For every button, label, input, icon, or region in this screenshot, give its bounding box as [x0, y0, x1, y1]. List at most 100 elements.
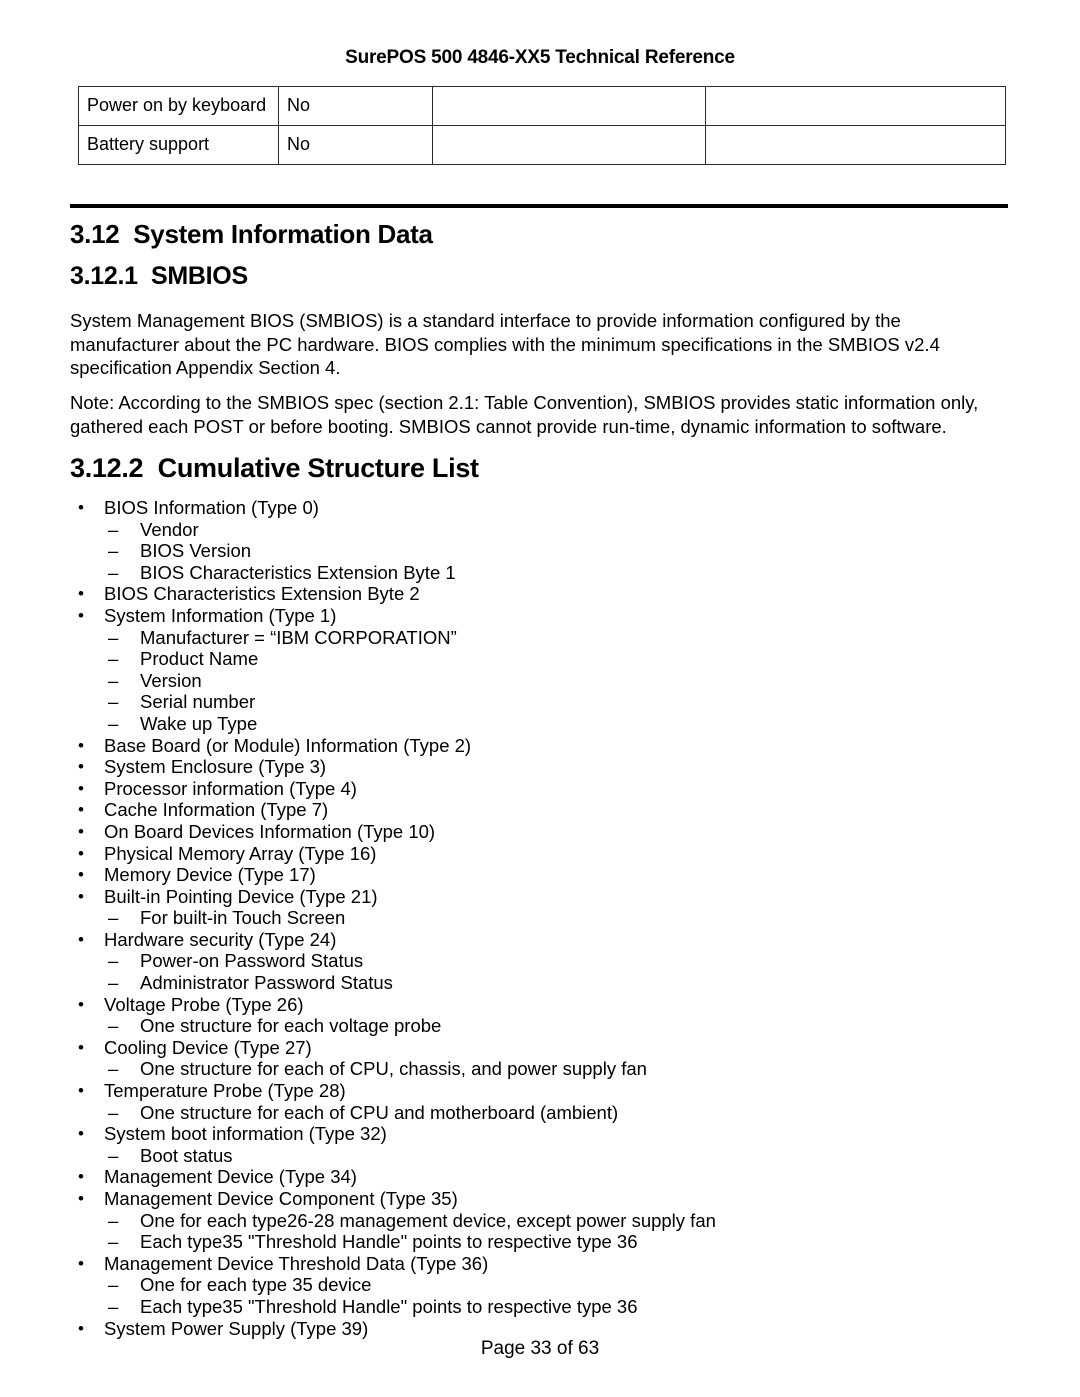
list-item: • BIOS Characteristics Extension Byte 2 — [70, 583, 1020, 605]
bullet-icon: • — [78, 584, 84, 604]
dash-icon: – — [108, 648, 119, 670]
list-item-label: Cache Information (Type 7) — [104, 799, 329, 821]
list-item: • Base Board (or Module) Information (Typ… — [70, 735, 1020, 757]
list-item-label: BIOS Characteristics Extension Byte 2 — [104, 583, 420, 605]
list-item: – Manufacturer = “IBM CORPORATION” — [70, 627, 1020, 649]
specification-table: Power on by keyboard No Battery support No — [78, 86, 1006, 165]
list-item-label: System boot information (Type 32) — [104, 1123, 387, 1145]
bullet-icon: • — [78, 735, 84, 755]
dash-icon: – — [108, 626, 119, 648]
dash-icon: – — [108, 1015, 119, 1037]
spec-table-cell-blank-1 — [432, 125, 706, 165]
dash-icon: – — [108, 540, 119, 562]
bullet-icon: • — [78, 778, 84, 798]
bullet-icon: • — [78, 929, 84, 949]
list-item-label: Temperature Probe (Type 28) — [104, 1080, 346, 1102]
list-item-label: BIOS Version — [140, 540, 252, 562]
list-item-label: Wake up Type — [140, 712, 258, 734]
list-item-label: Power-on Password Status — [140, 950, 364, 972]
bullet-icon: • — [78, 865, 84, 885]
dash-icon: – — [108, 950, 119, 972]
list-item-label: Built-in Pointing Device (Type 21) — [104, 885, 378, 907]
dash-icon: – — [108, 1231, 119, 1253]
bullet-icon: • — [78, 757, 84, 777]
specification-table-body: Power on by keyboard No Battery support No — [78, 86, 1006, 165]
list-item-label: Cooling Device (Type 27) — [104, 1036, 312, 1058]
list-item: – BIOS Version — [70, 540, 1020, 562]
list-item-label: Serial number — [140, 691, 256, 713]
list-item: – Vendor — [70, 519, 1020, 541]
list-item: • Temperature Probe (Type 28) — [70, 1080, 1020, 1102]
list-item: – For built-in Touch Screen — [70, 907, 1020, 929]
list-item: – Product Name — [70, 648, 1020, 670]
dash-icon: – — [108, 1295, 119, 1317]
dash-icon: – — [108, 518, 119, 540]
dash-icon: – — [108, 1209, 119, 1231]
bullet-icon: • — [78, 1081, 84, 1101]
list-item-label: Each type35 "Threshold Handle" points to… — [140, 1231, 638, 1253]
list-item-label: BIOS Characteristics Extension Byte 1 — [140, 561, 456, 583]
spec-table-cell-blank-2 — [705, 86, 1006, 126]
list-item: – One structure for each of CPU and mothe… — [70, 1102, 1020, 1124]
list-item: • Cooling Device (Type 27) — [70, 1037, 1020, 1059]
list-item-label: Management Device (Type 34) — [104, 1166, 357, 1188]
list-item: • System Information (Type 1) — [70, 605, 1020, 627]
list-item-label: On Board Devices Information (Type 10) — [104, 820, 436, 842]
page-number-footer: Page 33 of 63 — [480, 1338, 600, 1359]
bullet-icon: • — [78, 800, 84, 820]
list-item: – Power-on Password Status — [70, 950, 1020, 972]
list-item: – One for each type26-28 management devic… — [70, 1210, 1020, 1232]
list-item: • System Enclosure (Type 3) — [70, 756, 1020, 778]
paragraph-smbios-description: System Management BIOS (SMBIOS) is a sta… — [70, 310, 940, 378]
list-item: • System Power Supply (Type 39) — [70, 1318, 1020, 1340]
bullet-icon: • — [78, 1189, 84, 1208]
dash-icon: – — [108, 691, 119, 713]
list-item-label: Management Device Component (Type 35) — [104, 1188, 458, 1209]
list-item-label: Memory Device (Type 17) — [104, 864, 316, 886]
bullet-icon: • — [78, 821, 84, 841]
list-item-label: System Enclosure (Type 3) — [104, 756, 327, 778]
list-item: • On Board Devices Information (Type 10) — [70, 821, 1020, 843]
list-item-label: Each type35 "Threshold Handle" points to… — [140, 1295, 638, 1317]
dash-icon: – — [108, 1274, 119, 1296]
spec-table-cell-value: No — [278, 86, 433, 126]
list-item: – One structure for each voltage probe — [70, 1015, 1020, 1037]
section-divider-rule — [70, 204, 1008, 208]
list-item-label: System Information (Type 1) — [104, 604, 337, 626]
table-row: Battery support No — [78, 125, 1006, 165]
list-item-label: Administrator Password Status — [140, 972, 393, 994]
list-item-label: Manufacturer = “IBM CORPORATION” — [140, 626, 457, 648]
bullet-icon: • — [78, 1253, 84, 1273]
list-item-label: One for each type 35 device — [140, 1274, 372, 1296]
list-item: • Memory Device (Type 17) — [70, 864, 1020, 886]
heading-system-information-data: 3.12 System Information Data — [70, 219, 433, 249]
bullet-icon: • — [78, 498, 84, 517]
list-item-label: Processor information (Type 4) — [104, 777, 357, 799]
list-item: – Serial number — [70, 691, 1020, 713]
bullet-icon: • — [78, 605, 84, 625]
list-item: – One for each type 35 device — [70, 1274, 1020, 1296]
list-item-label: Voltage Probe (Type 26) — [104, 993, 304, 1015]
heading-cumulative-structure-list: 3.12.2 Cumulative Structure List — [70, 453, 479, 483]
list-item: • Management Device (Type 34) — [70, 1166, 1020, 1188]
spec-table-cell-blank-2 — [705, 125, 1006, 165]
list-item-label: BIOS Information (Type 0) — [104, 497, 319, 518]
bullet-icon: • — [78, 1037, 84, 1057]
list-item: • Management Device Component (Type 35) — [70, 1188, 1020, 1210]
list-item: • BIOS Information (Type 0) — [70, 497, 1020, 519]
list-item: – Wake up Type — [70, 713, 1020, 735]
list-item: • System boot information (Type 32) — [70, 1123, 1020, 1145]
heading-smbios: 3.12.1 SMBIOS — [70, 262, 248, 290]
list-item-label: Version — [140, 669, 202, 691]
list-item-label: Base Board (or Module) Information (Type… — [104, 734, 472, 756]
list-item-label: One structure for each of CPU and mother… — [140, 1101, 619, 1123]
list-item-label: Vendor — [140, 518, 199, 540]
spec-table-cell-label: Battery support — [78, 125, 279, 165]
dash-icon: – — [108, 669, 119, 691]
cumulative-structure-list: • BIOS Information (Type 0) – Vendor – BIOS V… — [70, 497, 1020, 1339]
dash-icon: – — [108, 1058, 119, 1080]
list-item: – Each type35 "Threshold Handle" points t… — [70, 1296, 1020, 1318]
list-item: – Version — [70, 670, 1020, 692]
list-item: • Cache Information (Type 7) — [70, 799, 1020, 821]
list-item: • Management Device Threshold Data (Type … — [70, 1253, 1020, 1275]
